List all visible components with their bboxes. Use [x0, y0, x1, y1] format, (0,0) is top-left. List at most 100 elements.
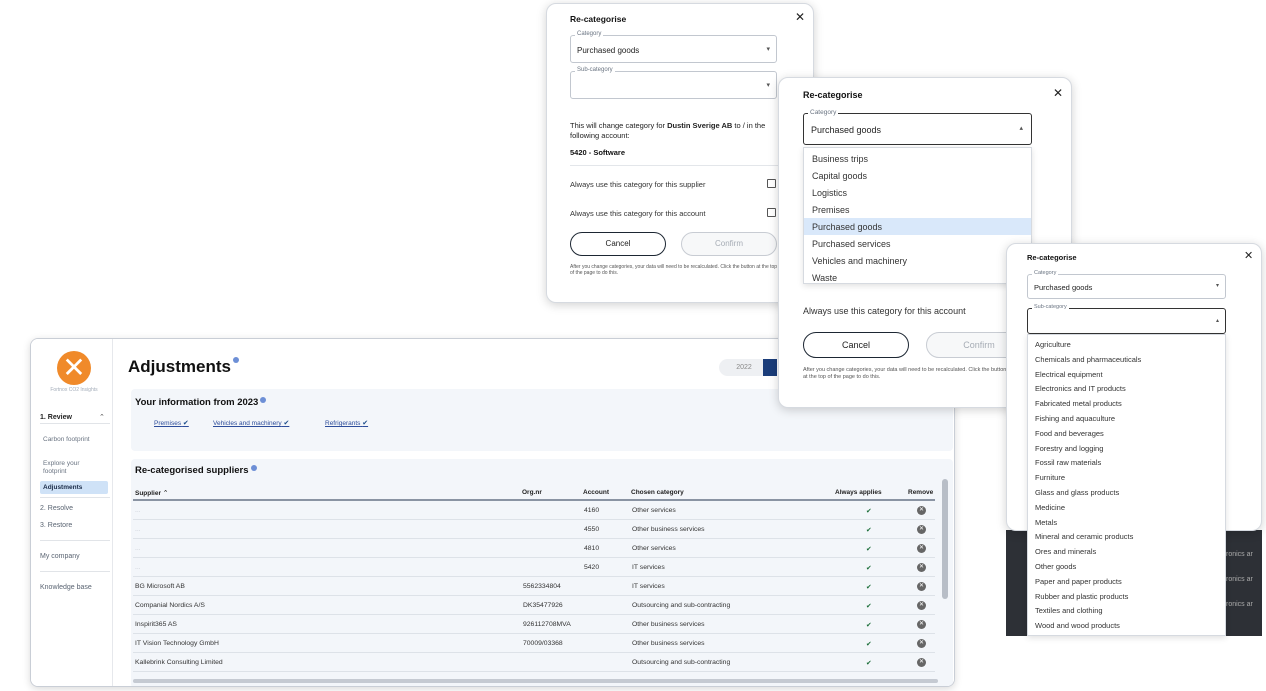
account-label: 5420 - Software	[570, 148, 626, 157]
option-medicine[interactable]: Medicine	[1028, 500, 1225, 515]
always-account-label: Always use this category for this accoun…	[570, 209, 706, 218]
option-purchased-services[interactable]: Purchased services	[804, 235, 1031, 252]
cancel-button[interactable]: Cancel	[570, 232, 666, 256]
table-row[interactable]: Companial Nordics A/S DK35477926 Outsourci…	[133, 596, 935, 615]
check-icon: ✔	[283, 420, 290, 427]
remove-icon[interactable]: ✕	[917, 544, 926, 553]
option-vehicles-machinery[interactable]: Vehicles and machinery	[804, 252, 1031, 269]
remove-icon[interactable]: ✕	[917, 658, 926, 667]
nav-review[interactable]: 1. Review	[40, 414, 72, 421]
table-row[interactable]: ... 4160 Other services ✔ ✕	[133, 501, 935, 520]
option-ores[interactable]: Ores and minerals	[1028, 544, 1225, 559]
horizontal-scrollbar[interactable]	[133, 679, 938, 683]
close-icon[interactable]: ✕	[795, 10, 805, 24]
check-icon: ✔	[362, 420, 369, 427]
category-dropdown: Business trips Capital goods Logistics P…	[803, 147, 1032, 284]
background-text: ronics ar	[1226, 576, 1253, 583]
option-business-trips[interactable]: Business trips	[804, 150, 1031, 167]
option-mineral[interactable]: Mineral and ceramic products	[1028, 529, 1225, 544]
year-active-toggle[interactable]	[763, 359, 777, 376]
category-select[interactable]: Category Purchased goods ▾	[570, 31, 777, 63]
column-supplier[interactable]: Supplier ⌃	[135, 489, 168, 497]
option-purchased-goods[interactable]: Purchased goods	[804, 218, 1031, 235]
link-refrigerants[interactable]: Refrigerants ✔	[325, 419, 368, 427]
option-fabricated-metal[interactable]: Fabricated metal products	[1028, 396, 1225, 411]
table-row[interactable]: BG Microsoft AB 5562334804 IT services ✔ ✕	[133, 577, 935, 596]
confirm-button[interactable]: Confirm	[681, 232, 777, 256]
category-select[interactable]: Category Purchased goods ▾	[1027, 270, 1226, 299]
option-fossil[interactable]: Fossil raw materials	[1028, 455, 1225, 470]
option-premises[interactable]: Premises	[804, 201, 1031, 218]
option-waste[interactable]: Waste	[804, 269, 1031, 286]
nav-my-company[interactable]: My company	[40, 553, 80, 560]
year-2022-toggle[interactable]: 2022	[719, 359, 769, 376]
column-remove[interactable]: Remove	[908, 489, 933, 496]
remove-icon[interactable]: ✕	[917, 525, 926, 534]
table-row[interactable]: ... 4550 Other business services ✔ ✕	[133, 520, 935, 539]
table-row[interactable]: Kallebrink Consulting Limited Outsourcing…	[133, 653, 935, 672]
column-always[interactable]: Always applies	[835, 489, 882, 496]
option-fishing[interactable]: Fishing and aquaculture	[1028, 411, 1225, 426]
always-account-label: Always use this category for this accoun…	[803, 306, 966, 316]
subcategory-select[interactable]: Sub-category ▾	[570, 67, 777, 99]
option-furniture[interactable]: Furniture	[1028, 470, 1225, 485]
cancel-button[interactable]: Cancel	[803, 332, 909, 358]
sidebar: ✕ Fortnox CO2 Insights 1. Review ⌃ Carbo…	[31, 339, 113, 686]
subcategory-select[interactable]: Sub-category ▴	[1027, 304, 1226, 334]
info-icon[interactable]	[260, 397, 267, 403]
subcategory-dropdown: Agriculture Chemicals and pharmaceutical…	[1027, 334, 1226, 636]
table-row[interactable]: ... 4810 Other services ✔ ✕	[133, 539, 935, 558]
chevron-up-icon[interactable]: ⌃	[99, 413, 105, 421]
remove-icon[interactable]: ✕	[917, 620, 926, 629]
option-capital-goods[interactable]: Capital goods	[804, 167, 1031, 184]
table-row[interactable]: IT Vision Technology GmbH 70009/03368 Othe…	[133, 634, 935, 653]
close-icon[interactable]: ✕	[1053, 86, 1063, 100]
option-agriculture[interactable]: Agriculture	[1028, 337, 1225, 352]
option-textiles[interactable]: Textiles and clothing	[1028, 603, 1225, 618]
vertical-scrollbar[interactable]	[942, 479, 948, 599]
caret-down-icon: ▾	[766, 46, 770, 53]
check-icon: ✔	[866, 660, 872, 667]
option-metals[interactable]: Metals	[1028, 515, 1225, 530]
remove-icon[interactable]: ✕	[917, 639, 926, 648]
option-glass[interactable]: Glass and glass products	[1028, 485, 1225, 500]
remove-icon[interactable]: ✕	[917, 601, 926, 610]
modal-title: Re-categorise	[570, 14, 627, 24]
column-account[interactable]: Account	[583, 489, 609, 496]
remove-icon[interactable]: ✕	[917, 506, 926, 515]
nav-resolve[interactable]: 2. Resolve	[40, 505, 73, 512]
remove-icon[interactable]: ✕	[917, 563, 926, 572]
suppliers-panel: Re-categorised suppliers Supplier ⌃ Org.…	[131, 459, 953, 686]
link-premises[interactable]: Premises ✔	[154, 419, 189, 427]
option-forestry[interactable]: Forestry and logging	[1028, 441, 1225, 456]
always-supplier-checkbox[interactable]	[767, 179, 776, 188]
option-rubber[interactable]: Rubber and plastic products	[1028, 589, 1225, 604]
recategorise-modal-1: Re-categorise ✕ Category Purchased goods…	[546, 3, 814, 303]
option-paper[interactable]: Paper and paper products	[1028, 574, 1225, 589]
option-other-goods[interactable]: Other goods	[1028, 559, 1225, 574]
remove-icon[interactable]: ✕	[917, 582, 926, 591]
nav-adjustments[interactable]: Adjustments	[43, 484, 82, 492]
always-account-checkbox[interactable]	[767, 208, 776, 217]
background-text: ronics ar	[1226, 601, 1253, 608]
column-org[interactable]: Org.nr	[522, 489, 542, 496]
option-wood[interactable]: Wood and wood products	[1028, 618, 1225, 633]
info-icon[interactable]	[232, 357, 239, 363]
option-chemicals[interactable]: Chemicals and pharmaceuticals	[1028, 352, 1225, 367]
option-electrical[interactable]: Electrical equipment	[1028, 367, 1225, 382]
close-icon[interactable]: ✕	[1244, 249, 1253, 262]
column-category[interactable]: Chosen category	[631, 489, 684, 496]
nav-restore[interactable]: 3. Restore	[40, 522, 72, 529]
nav-carbon-footprint[interactable]: Carbon footprint	[43, 436, 103, 444]
link-vehicles[interactable]: Vehicles and machinery ✔	[213, 419, 289, 427]
option-electronics[interactable]: Electronics and IT products	[1028, 381, 1225, 396]
option-food[interactable]: Food and beverages	[1028, 426, 1225, 441]
info-icon[interactable]	[250, 465, 257, 471]
option-logistics[interactable]: Logistics	[804, 184, 1031, 201]
category-select[interactable]: Category Purchased goods ▴	[803, 109, 1032, 145]
caret-up-icon: ▴	[1215, 318, 1219, 324]
table-row[interactable]: Inspirit365 AS 926112708MVA Other business…	[133, 615, 935, 634]
nav-knowledge-base[interactable]: Knowledge base	[40, 584, 92, 591]
table-row[interactable]: ... 5420 IT services ✔ ✕	[133, 558, 935, 577]
nav-explore-footprint[interactable]: Explore your footprint	[43, 460, 103, 476]
